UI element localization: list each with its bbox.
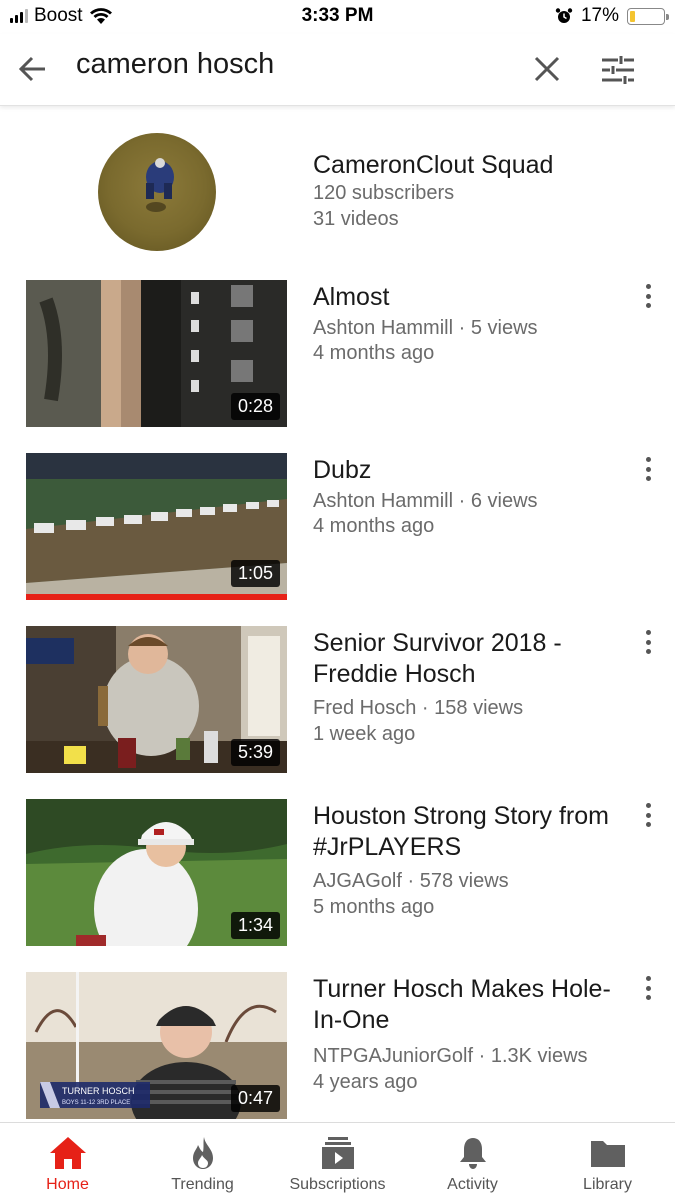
video-result[interactable]: 1:34 Houston Strong Story from #JrPLAYER… xyxy=(0,799,675,947)
video-channel-views: Ashton Hammill · 5 views xyxy=(313,317,538,339)
nav-trending[interactable]: Trending xyxy=(135,1123,270,1200)
video-age: 1 week ago xyxy=(313,723,416,745)
flame-icon xyxy=(192,1137,213,1169)
video-views: 5 views xyxy=(470,317,538,339)
channel-avatar[interactable] xyxy=(98,133,216,251)
video-channel[interactable]: AJGAGolf xyxy=(313,870,402,892)
video-age: 5 months ago xyxy=(313,896,435,918)
nav-label: Subscriptions xyxy=(289,1176,386,1193)
video-duration: 1:05 xyxy=(230,560,280,587)
video-thumbnail[interactable]: TURNER HOSCH BOYS 11-12 3RD PLACE 0:47 xyxy=(26,972,287,1119)
video-views: 578 views xyxy=(419,870,509,892)
subscriptions-icon xyxy=(321,1137,354,1169)
battery-percent: 17% xyxy=(580,5,619,26)
alarm-icon xyxy=(555,8,573,23)
video-views: 6 views xyxy=(470,490,538,512)
close-icon xyxy=(534,56,560,82)
video-age: 4 months ago xyxy=(313,342,435,364)
clear-search-button[interactable] xyxy=(530,52,564,86)
nav-label: Library xyxy=(583,1176,632,1193)
nav-activity[interactable]: Activity xyxy=(405,1123,540,1200)
arrow-left-icon xyxy=(18,56,45,82)
video-thumbnail[interactable]: 1:05 xyxy=(26,453,287,600)
battery-icon xyxy=(627,7,669,25)
video-result[interactable]: 5:39 Senior Survivor 2018 - Freddie Hosc… xyxy=(0,626,675,774)
thumb-caption-name: TURNER HOSCH xyxy=(62,1086,135,1096)
video-channel[interactable]: Fred Hosch xyxy=(313,697,416,719)
video-channel-views: AJGAGolf · 578 views xyxy=(313,870,509,892)
video-channel-views: NTPGAJuniorGolf · 1.3K views xyxy=(313,1045,588,1067)
status-bar: Boost 3:33 PM 17% xyxy=(0,0,675,34)
nav-subscriptions[interactable]: Subscriptions xyxy=(270,1123,405,1200)
nav-label: Activity xyxy=(447,1176,498,1193)
nav-label: Home xyxy=(46,1176,89,1193)
bell-icon xyxy=(459,1138,486,1169)
video-views: 1.3K views xyxy=(490,1045,588,1067)
video-thumbnail[interactable]: 0:28 xyxy=(26,280,287,427)
video-channel[interactable]: Ashton Hammill xyxy=(313,317,453,339)
video-thumbnail[interactable]: 5:39 xyxy=(26,626,287,773)
more-options-button[interactable] xyxy=(636,628,660,656)
more-options-button[interactable] xyxy=(636,974,660,1002)
video-duration: 5:39 xyxy=(230,739,280,766)
sliders-icon xyxy=(602,56,634,84)
video-result[interactable]: 1:05 Dubz Ashton Hammill · 6 views 4 mon… xyxy=(0,453,675,601)
channel-video-count: 31 videos xyxy=(313,208,399,230)
video-result[interactable]: TURNER HOSCH BOYS 11-12 3RD PLACE 0:47 T… xyxy=(0,972,675,1120)
home-icon xyxy=(49,1137,86,1169)
video-channel[interactable]: NTPGAJuniorGolf xyxy=(313,1045,473,1067)
channel-subscribers: 120 subscribers xyxy=(313,182,455,204)
nav-label: Trending xyxy=(171,1176,234,1193)
video-title[interactable]: Turner Hosch Makes Hole-In-One xyxy=(313,974,633,1036)
video-thumbnail[interactable]: 1:34 xyxy=(26,799,287,946)
video-channel-views: Ashton Hammill · 6 views xyxy=(313,490,538,512)
channel-result[interactable]: CameronClout Squad 120 subscribers 31 vi… xyxy=(0,108,675,278)
video-age: 4 months ago xyxy=(313,515,435,537)
more-options-button[interactable] xyxy=(636,282,660,310)
folder-icon xyxy=(590,1141,625,1167)
video-duration: 1:34 xyxy=(230,912,280,939)
video-title[interactable]: Senior Survivor 2018 - Freddie Hosch xyxy=(313,628,633,690)
video-views: 158 views xyxy=(434,697,524,719)
nav-home[interactable]: Home xyxy=(0,1123,135,1200)
video-duration: 0:47 xyxy=(230,1085,280,1112)
avatar-image xyxy=(146,158,174,212)
video-title[interactable]: Dubz xyxy=(313,455,633,486)
video-channel-views: Fred Hosch · 158 views xyxy=(313,697,524,719)
channel-title[interactable]: CameronClout Squad xyxy=(313,151,553,180)
filter-button[interactable] xyxy=(598,50,638,90)
nav-library[interactable]: Library xyxy=(540,1123,675,1200)
bottom-nav: Home Trending Subscriptions Activity Lib… xyxy=(0,1122,675,1200)
video-age: 4 years ago xyxy=(313,1071,418,1093)
status-right: 17% xyxy=(555,5,669,27)
video-duration: 0:28 xyxy=(230,393,280,420)
video-result[interactable]: 0:28 Almost Ashton Hammill · 5 views 4 m… xyxy=(0,280,675,428)
more-options-button[interactable] xyxy=(636,801,660,829)
more-options-button[interactable] xyxy=(636,455,660,483)
thumb-caption-sub: BOYS 11-12 3RD PLACE xyxy=(62,1100,130,1106)
search-input[interactable]: cameron hosch xyxy=(76,48,274,81)
video-title[interactable]: Almost xyxy=(313,282,633,313)
video-channel[interactable]: Ashton Hammill xyxy=(313,490,453,512)
video-title[interactable]: Houston Strong Story from #JrPLAYERS xyxy=(313,801,633,863)
back-button[interactable] xyxy=(16,52,50,86)
search-header: cameron hosch xyxy=(0,34,675,106)
